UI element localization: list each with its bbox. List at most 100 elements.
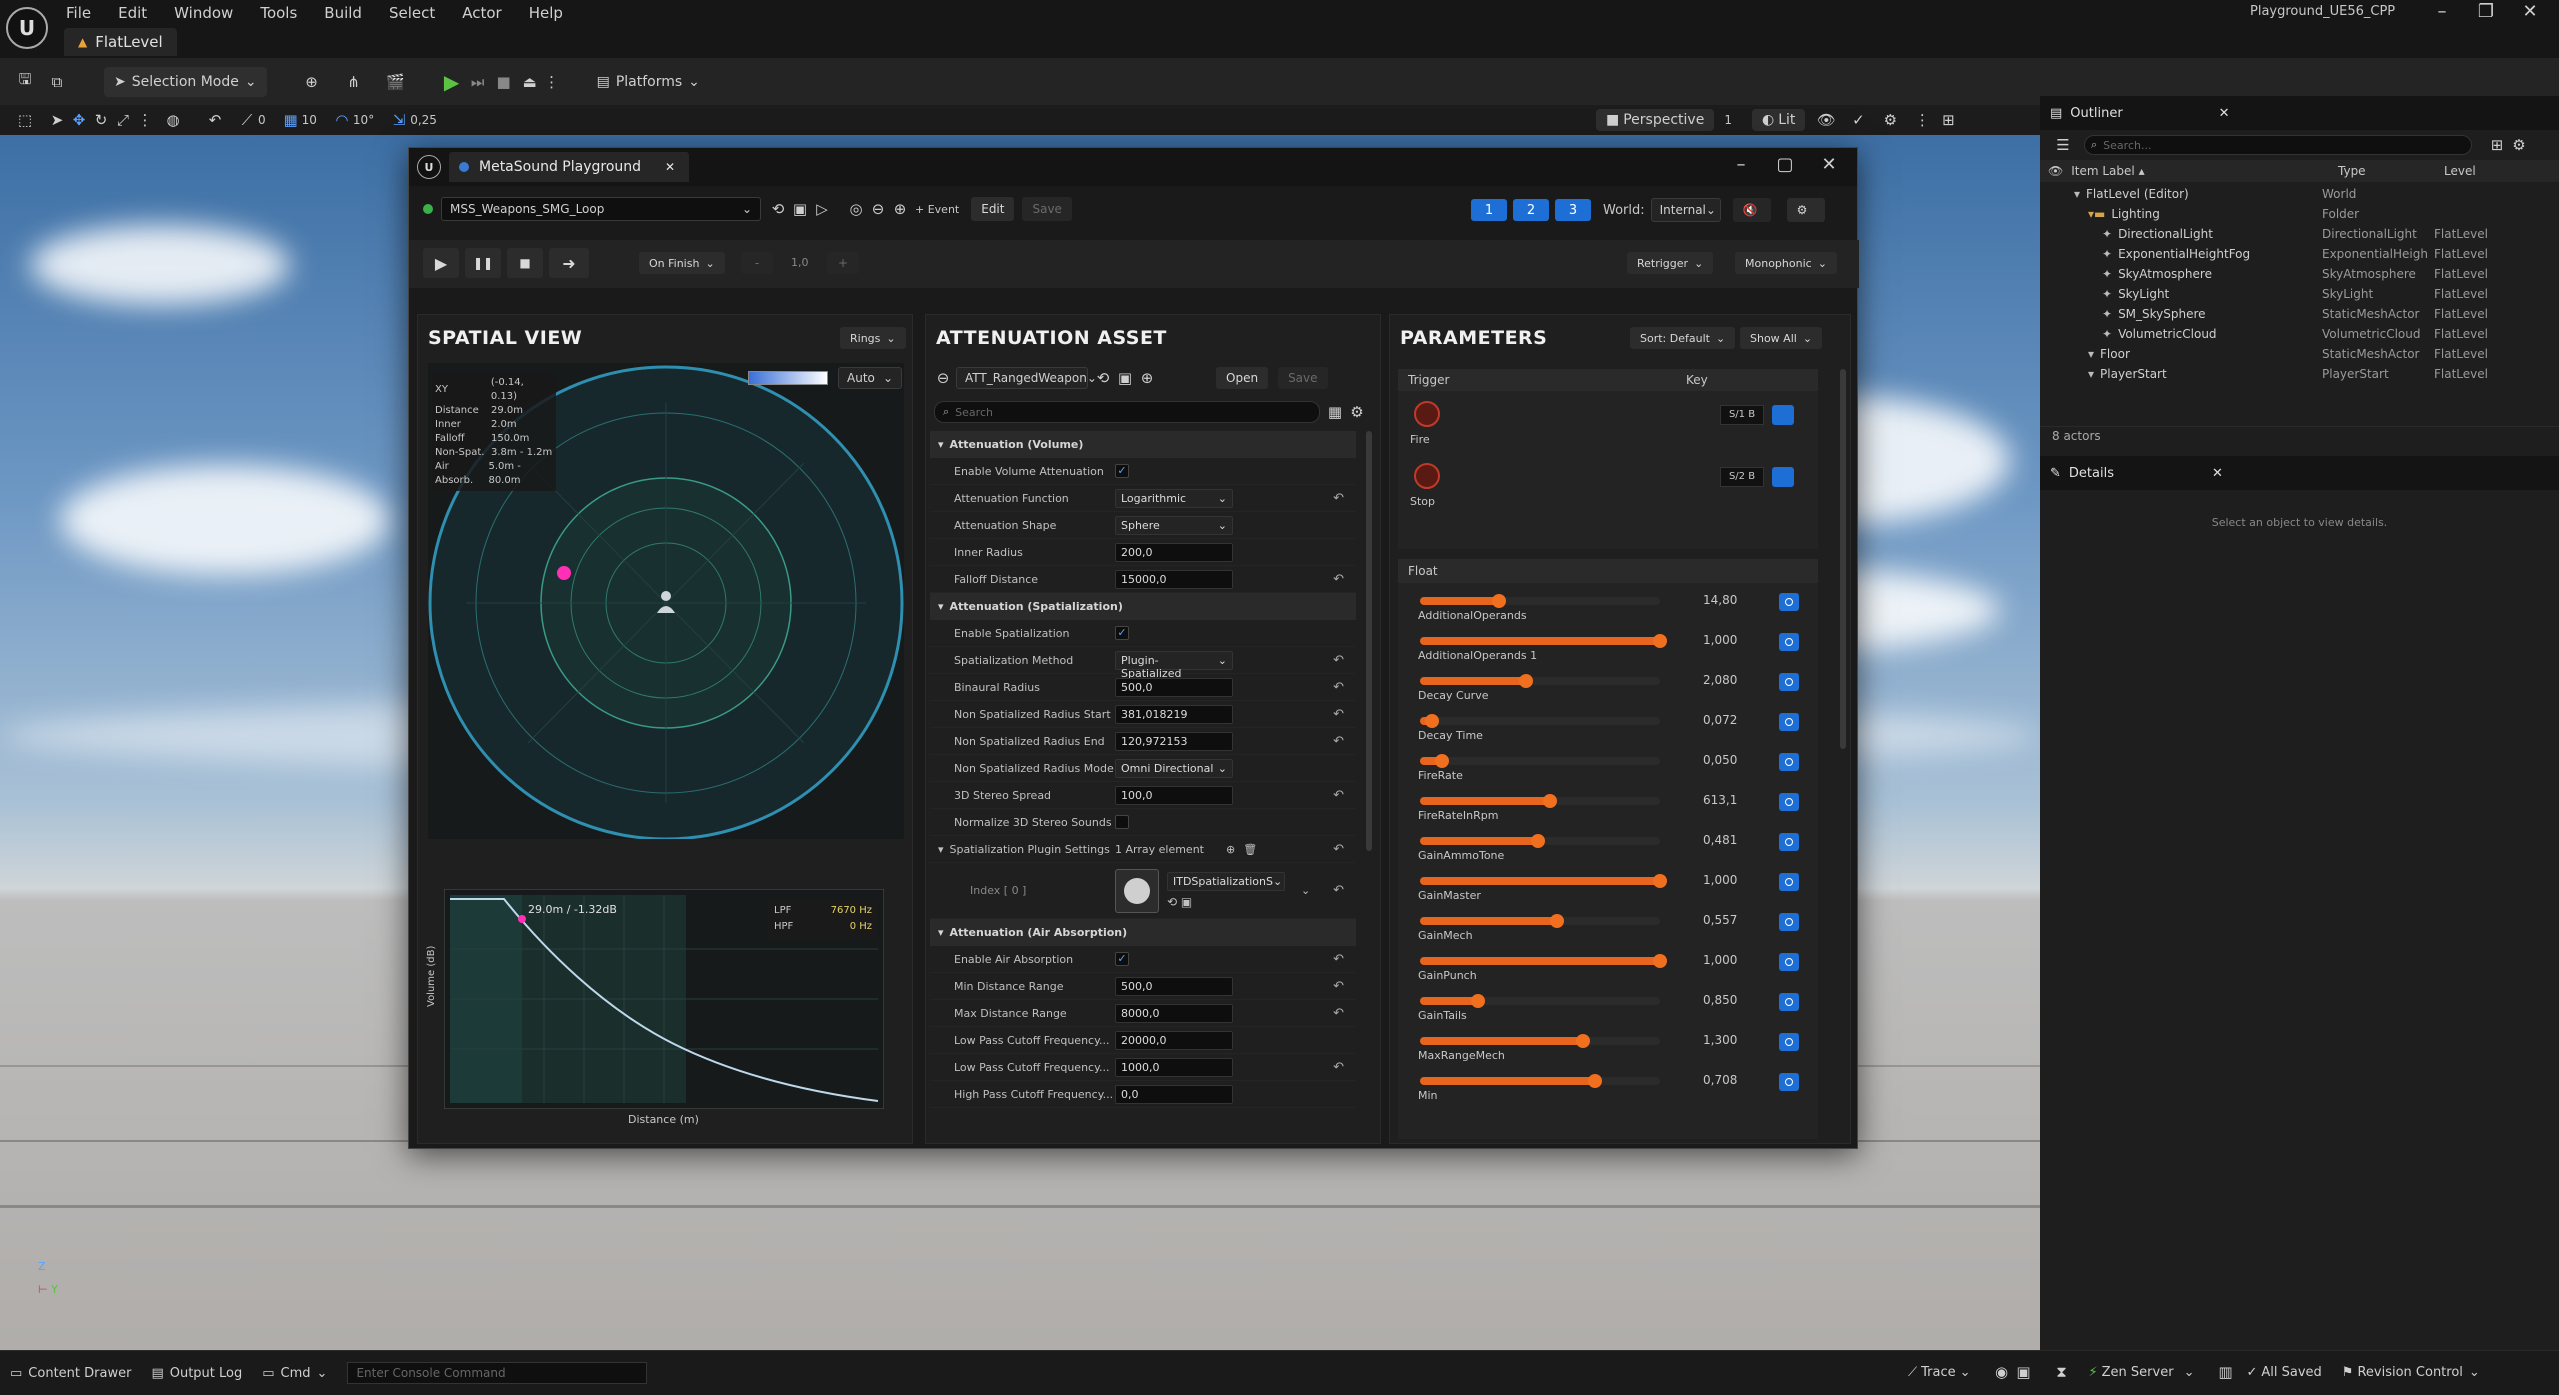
details-tab[interactable]: ✎ Details ✕ <box>2040 456 2559 490</box>
instance-tab-3[interactable]: 3 <box>1555 199 1591 221</box>
menu-item-edit[interactable]: Edit <box>118 4 147 22</box>
move-tool-icon[interactable]: ✥ <box>68 109 90 131</box>
trigger-key[interactable]: S/1 B <box>1720 405 1764 425</box>
source-control-icon[interactable]: ▥ <box>2214 1361 2236 1383</box>
plugin-settings-dropdown[interactable]: ITDSpatializationS ⌄ <box>1167 872 1285 891</box>
float-param-value[interactable]: 1,000 <box>1703 873 1737 887</box>
eject-icon[interactable]: ⏏ <box>519 71 541 93</box>
float-bind-button[interactable] <box>1779 633 1799 651</box>
folder-icon[interactable]: ▣ <box>1181 895 1192 909</box>
instance-tab-1[interactable]: 1 <box>1471 199 1507 221</box>
col-item-label[interactable]: 👁 Item Label ▴ <box>2048 164 2338 178</box>
maximize-icon[interactable]: ❐ <box>2464 1 2508 22</box>
expand-icon[interactable]: ▾ <box>938 843 944 856</box>
slider-knob[interactable] <box>1425 714 1439 728</box>
stop-button[interactable]: ■ <box>507 248 543 278</box>
attenuation-search[interactable]: ⌕ Search <box>934 401 1320 423</box>
property-value-input[interactable]: 120,972153 <box>1115 731 1233 751</box>
float-slider[interactable] <box>1420 914 1660 928</box>
property-value-input[interactable]: 15000,0 <box>1115 569 1233 589</box>
translate-snap-value[interactable]: 10 <box>302 113 317 127</box>
property-value-input[interactable]: 20000,0 <box>1115 1030 1233 1050</box>
trigger-bind-button[interactable] <box>1772 405 1794 425</box>
checkbox[interactable]: ✓ <box>1115 626 1129 640</box>
trigger-button[interactable] <box>1414 401 1440 427</box>
unreal-logo-icon[interactable]: U <box>6 7 48 49</box>
outliner-tab[interactable]: ▤ Outliner ✕ <box>2040 96 2559 130</box>
menu-item-select[interactable]: Select <box>389 4 435 22</box>
close-tab-icon[interactable]: ✕ <box>665 160 675 174</box>
show-all-dropdown[interactable]: Show All ⌄ <box>1740 327 1823 349</box>
select-tool-icon[interactable]: ➤ <box>46 109 68 131</box>
float-bind-button[interactable] <box>1779 1033 1799 1051</box>
level-tab[interactable]: ▲ FlatLevel <box>64 28 177 56</box>
step-forward-button[interactable]: ➜ <box>549 248 589 278</box>
float-bind-button[interactable] <box>1779 993 1799 1011</box>
float-bind-button[interactable] <box>1779 953 1799 971</box>
reset-icon[interactable]: ↶ <box>1333 883 1344 898</box>
reset-icon[interactable]: ↶ <box>1333 952 1344 967</box>
scrollbar[interactable] <box>1840 369 1846 749</box>
rotate-snap-value[interactable]: 10° <box>353 113 374 127</box>
menu-item-build[interactable]: Build <box>324 4 362 22</box>
retrigger-dropdown[interactable]: Retrigger ⌄ <box>1627 252 1714 274</box>
output-log-button[interactable]: ▤ Output Log <box>151 1366 242 1381</box>
float-param-value[interactable]: 0,708 <box>1703 1073 1737 1087</box>
forward-icon[interactable]: ⊕ <box>889 198 911 220</box>
outliner-row[interactable]: ✦ DirectionalLight DirectionalLight FlatLev… <box>2040 224 2559 244</box>
show-flags-icon[interactable]: 👁 <box>1815 109 1837 131</box>
filter-icon[interactable]: ☰ <box>2052 134 2074 156</box>
float-slider[interactable] <box>1420 834 1660 848</box>
attenuation-save-button[interactable]: Save <box>1278 367 1328 389</box>
float-param-value[interactable]: 1,300 <box>1703 1033 1737 1047</box>
metasound-tab[interactable]: MetaSound Playground ✕ <box>449 152 690 182</box>
reset-icon[interactable]: ↶ <box>1333 491 1344 506</box>
maximize-icon[interactable]: ▢ <box>1763 154 1807 175</box>
trash-icon[interactable]: 🗑 <box>1243 843 1257 856</box>
slider-knob[interactable] <box>1492 594 1507 608</box>
open-button[interactable]: Open <box>1216 367 1269 389</box>
trace-dropdown[interactable]: ⟋ Trace ⌄ <box>1908 1365 1971 1380</box>
listener-marker[interactable] <box>557 566 571 580</box>
asset-thumbnail[interactable] <box>1115 868 1159 913</box>
property-value-input[interactable]: 100,0 <box>1115 785 1233 805</box>
add-folder-icon[interactable]: ⊞ <box>2486 134 2508 156</box>
instance-tab-2[interactable]: 2 <box>1513 199 1549 221</box>
float-param-value[interactable]: 1,000 <box>1703 953 1737 967</box>
slider-knob[interactable] <box>1518 674 1533 688</box>
col-type[interactable]: Type <box>2338 164 2444 178</box>
grid-snap-value[interactable]: 0 <box>258 113 266 127</box>
screenshot-icon[interactable]: ▣ <box>2013 1361 2035 1383</box>
property-dropdown[interactable]: Omni Directional ⌄ <box>1115 758 1233 778</box>
reset-icon[interactable]: ↶ <box>1333 979 1344 994</box>
float-param-value[interactable]: 0,072 <box>1703 713 1737 727</box>
float-bind-button[interactable] <box>1779 713 1799 731</box>
more-options-icon[interactable]: ⋮ <box>134 109 156 131</box>
slider-knob[interactable] <box>1576 1034 1591 1048</box>
float-slider[interactable] <box>1420 674 1660 688</box>
play-button[interactable]: ▶ <box>423 248 459 278</box>
property-value-input[interactable]: 1000,0 <box>1115 1057 1233 1077</box>
float-param-value[interactable]: 14,80 <box>1703 593 1737 607</box>
pause-button[interactable]: ❚❚ <box>465 248 501 278</box>
property-dropdown[interactable]: Sphere ⌄ <box>1115 515 1233 535</box>
scale-snap-icon[interactable]: ⇲ <box>388 109 410 131</box>
mute-button[interactable]: 🔇 <box>1732 198 1771 222</box>
property-dropdown[interactable]: Logarithmic ⌄ <box>1115 488 1233 508</box>
menu-item-file[interactable]: File <box>66 4 91 22</box>
float-param-value[interactable]: 0,481 <box>1703 833 1737 847</box>
slider-knob[interactable] <box>1588 1074 1603 1088</box>
menu-item-window[interactable]: Window <box>174 4 233 22</box>
performance-icon[interactable]: ✓ <box>1847 109 1869 131</box>
float-param-value[interactable]: 2,080 <box>1703 673 1737 687</box>
asset-dropdown[interactable]: MSS_Weapons_SMG_Loop ⌄ <box>441 197 761 221</box>
lit-dropdown[interactable]: ◐ Lit <box>1751 109 1806 131</box>
back-icon[interactable]: ⊖ <box>867 198 889 220</box>
category-spatialization[interactable]: ▾ Attenuation (Spatialization) <box>930 593 1356 620</box>
selection-mode-dropdown[interactable]: ➤ Selection Mode ⌄ <box>104 66 267 97</box>
close-icon[interactable]: ✕ <box>2212 466 2223 481</box>
property-value-input[interactable]: 500,0 <box>1115 677 1233 697</box>
property-value-input[interactable]: 0,0 <box>1115 1084 1233 1104</box>
open-asset-icon[interactable]: ▷ <box>811 198 833 220</box>
transform-menu-icon[interactable]: ⬚ <box>14 109 36 131</box>
